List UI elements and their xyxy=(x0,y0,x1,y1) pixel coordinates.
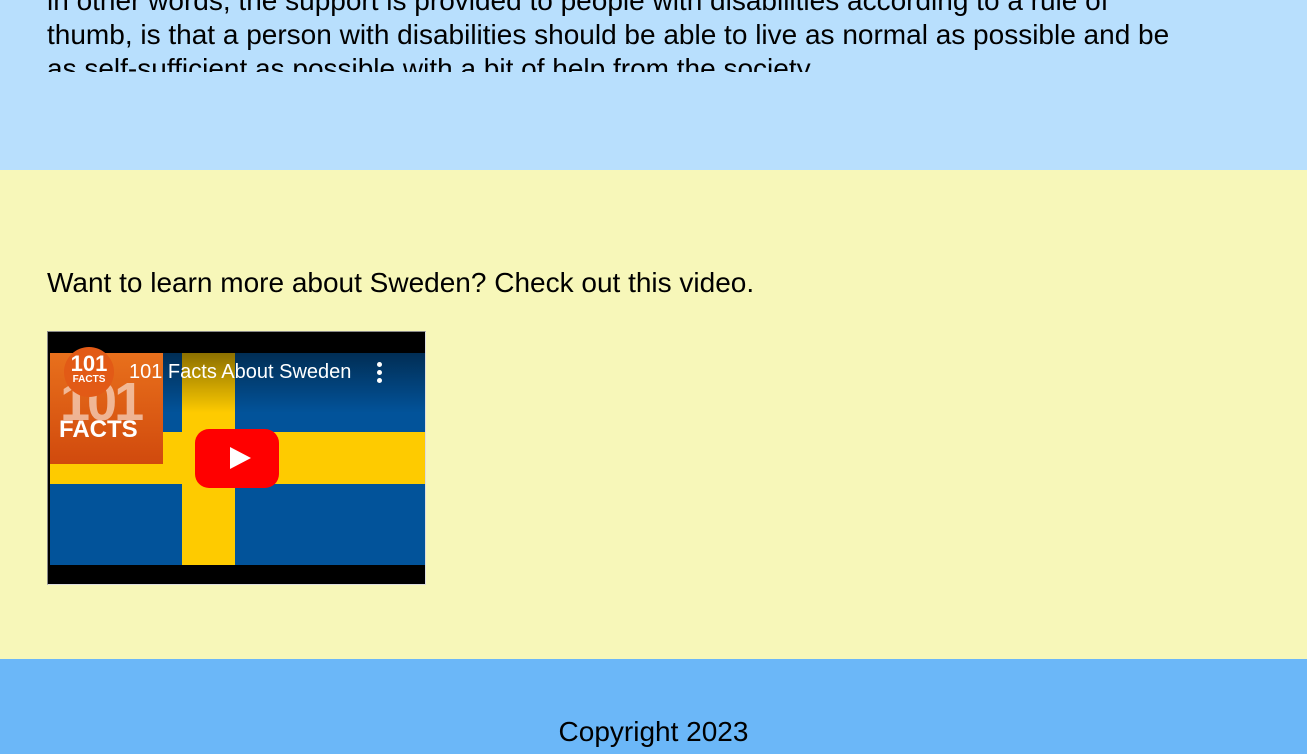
intro-line-1: in other words, the support is provided … xyxy=(47,0,1109,16)
intro-section: in other words, the support is provided … xyxy=(0,0,1307,170)
video-title[interactable]: 101 Facts About Sweden xyxy=(129,360,359,384)
youtube-video-embed[interactable]: 101 FACTS 101 FACTS 101 Facts About Swed… xyxy=(47,331,426,585)
copyright-text: Copyright 2023 xyxy=(558,716,749,747)
intro-paragraph: in other words, the support is provided … xyxy=(47,0,1277,72)
intro-line-2: thumb, is that a person with disabilitie… xyxy=(47,19,1170,50)
thumbnail-brand-label: FACTS xyxy=(59,416,138,443)
channel-avatar-number: 101 xyxy=(70,351,108,376)
play-icon xyxy=(230,447,251,469)
channel-avatar[interactable]: 101 FACTS xyxy=(64,347,114,397)
video-section: Want to learn more about Sweden? Check o… xyxy=(0,170,1307,659)
page-footer: Copyright 2023 xyxy=(0,659,1307,754)
channel-avatar-label: FACTS xyxy=(72,374,106,385)
play-button[interactable] xyxy=(195,429,279,488)
more-options-icon[interactable] xyxy=(370,360,388,386)
video-prompt-text: Want to learn more about Sweden? Check o… xyxy=(47,267,755,298)
intro-line-3: as self-sufficient as possible with a bi… xyxy=(47,53,817,72)
